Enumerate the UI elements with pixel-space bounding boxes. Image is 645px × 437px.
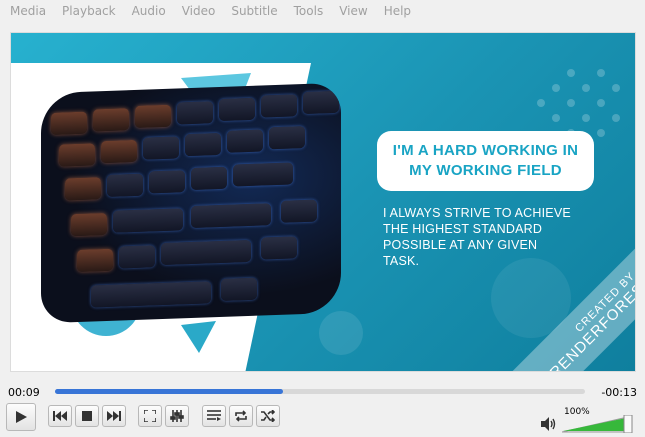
time-elapsed: 00:09 bbox=[8, 386, 40, 399]
equalizer-icon bbox=[170, 410, 184, 422]
next-button[interactable] bbox=[102, 405, 126, 427]
menu-view[interactable]: View bbox=[331, 0, 375, 22]
speaker-icon[interactable] bbox=[541, 417, 557, 431]
menu-playback[interactable]: Playback bbox=[54, 0, 124, 22]
shuffle-button[interactable] bbox=[256, 405, 280, 427]
playlist-button[interactable] bbox=[202, 405, 226, 427]
fullscreen-icon bbox=[144, 410, 156, 422]
menu-bar: Media Playback Audio Video Subtitle Tool… bbox=[0, 0, 645, 22]
previous-icon bbox=[53, 411, 67, 421]
shuffle-icon bbox=[261, 410, 275, 422]
stop-button[interactable] bbox=[75, 405, 99, 427]
menu-tools[interactable]: Tools bbox=[286, 0, 332, 22]
stop-icon bbox=[82, 411, 92, 421]
play-icon bbox=[16, 411, 27, 423]
playlist-icon bbox=[207, 410, 221, 421]
menu-audio[interactable]: Audio bbox=[124, 0, 174, 22]
video-frame: I'M A HARD WORKING IN MY WORKING FIELD I… bbox=[0, 22, 645, 381]
seek-fill bbox=[55, 389, 283, 394]
menu-media[interactable]: Media bbox=[2, 0, 54, 22]
headline-line-2: MY WORKING FIELD bbox=[409, 162, 562, 179]
seek-bar[interactable] bbox=[55, 389, 585, 394]
fullscreen-button[interactable] bbox=[138, 405, 162, 427]
next-icon bbox=[107, 411, 121, 421]
headline-line-1: I'M A HARD WORKING IN bbox=[392, 142, 579, 159]
menu-subtitle[interactable]: Subtitle bbox=[223, 0, 285, 22]
keyboard-image bbox=[41, 82, 341, 324]
loop-icon bbox=[235, 410, 247, 422]
time-remaining: -00:13 bbox=[601, 386, 637, 399]
previous-button[interactable] bbox=[48, 405, 72, 427]
volume-slider[interactable] bbox=[562, 415, 634, 433]
video-display[interactable]: I'M A HARD WORKING IN MY WORKING FIELD I… bbox=[10, 32, 636, 372]
controls-bar: 00:09 -00:13 100% bbox=[0, 381, 645, 437]
play-button[interactable] bbox=[6, 403, 36, 431]
extended-settings-button[interactable] bbox=[165, 405, 189, 427]
loop-button[interactable] bbox=[229, 405, 253, 427]
menu-help[interactable]: Help bbox=[376, 0, 419, 22]
body-text: I ALWAYS STRIVE TO ACHIEVE THE HIGHEST S… bbox=[383, 206, 571, 268]
headline-box: I'M A HARD WORKING IN MY WORKING FIELD bbox=[377, 131, 594, 191]
small-triangle-shape bbox=[181, 321, 216, 353]
menu-video[interactable]: Video bbox=[174, 0, 224, 22]
